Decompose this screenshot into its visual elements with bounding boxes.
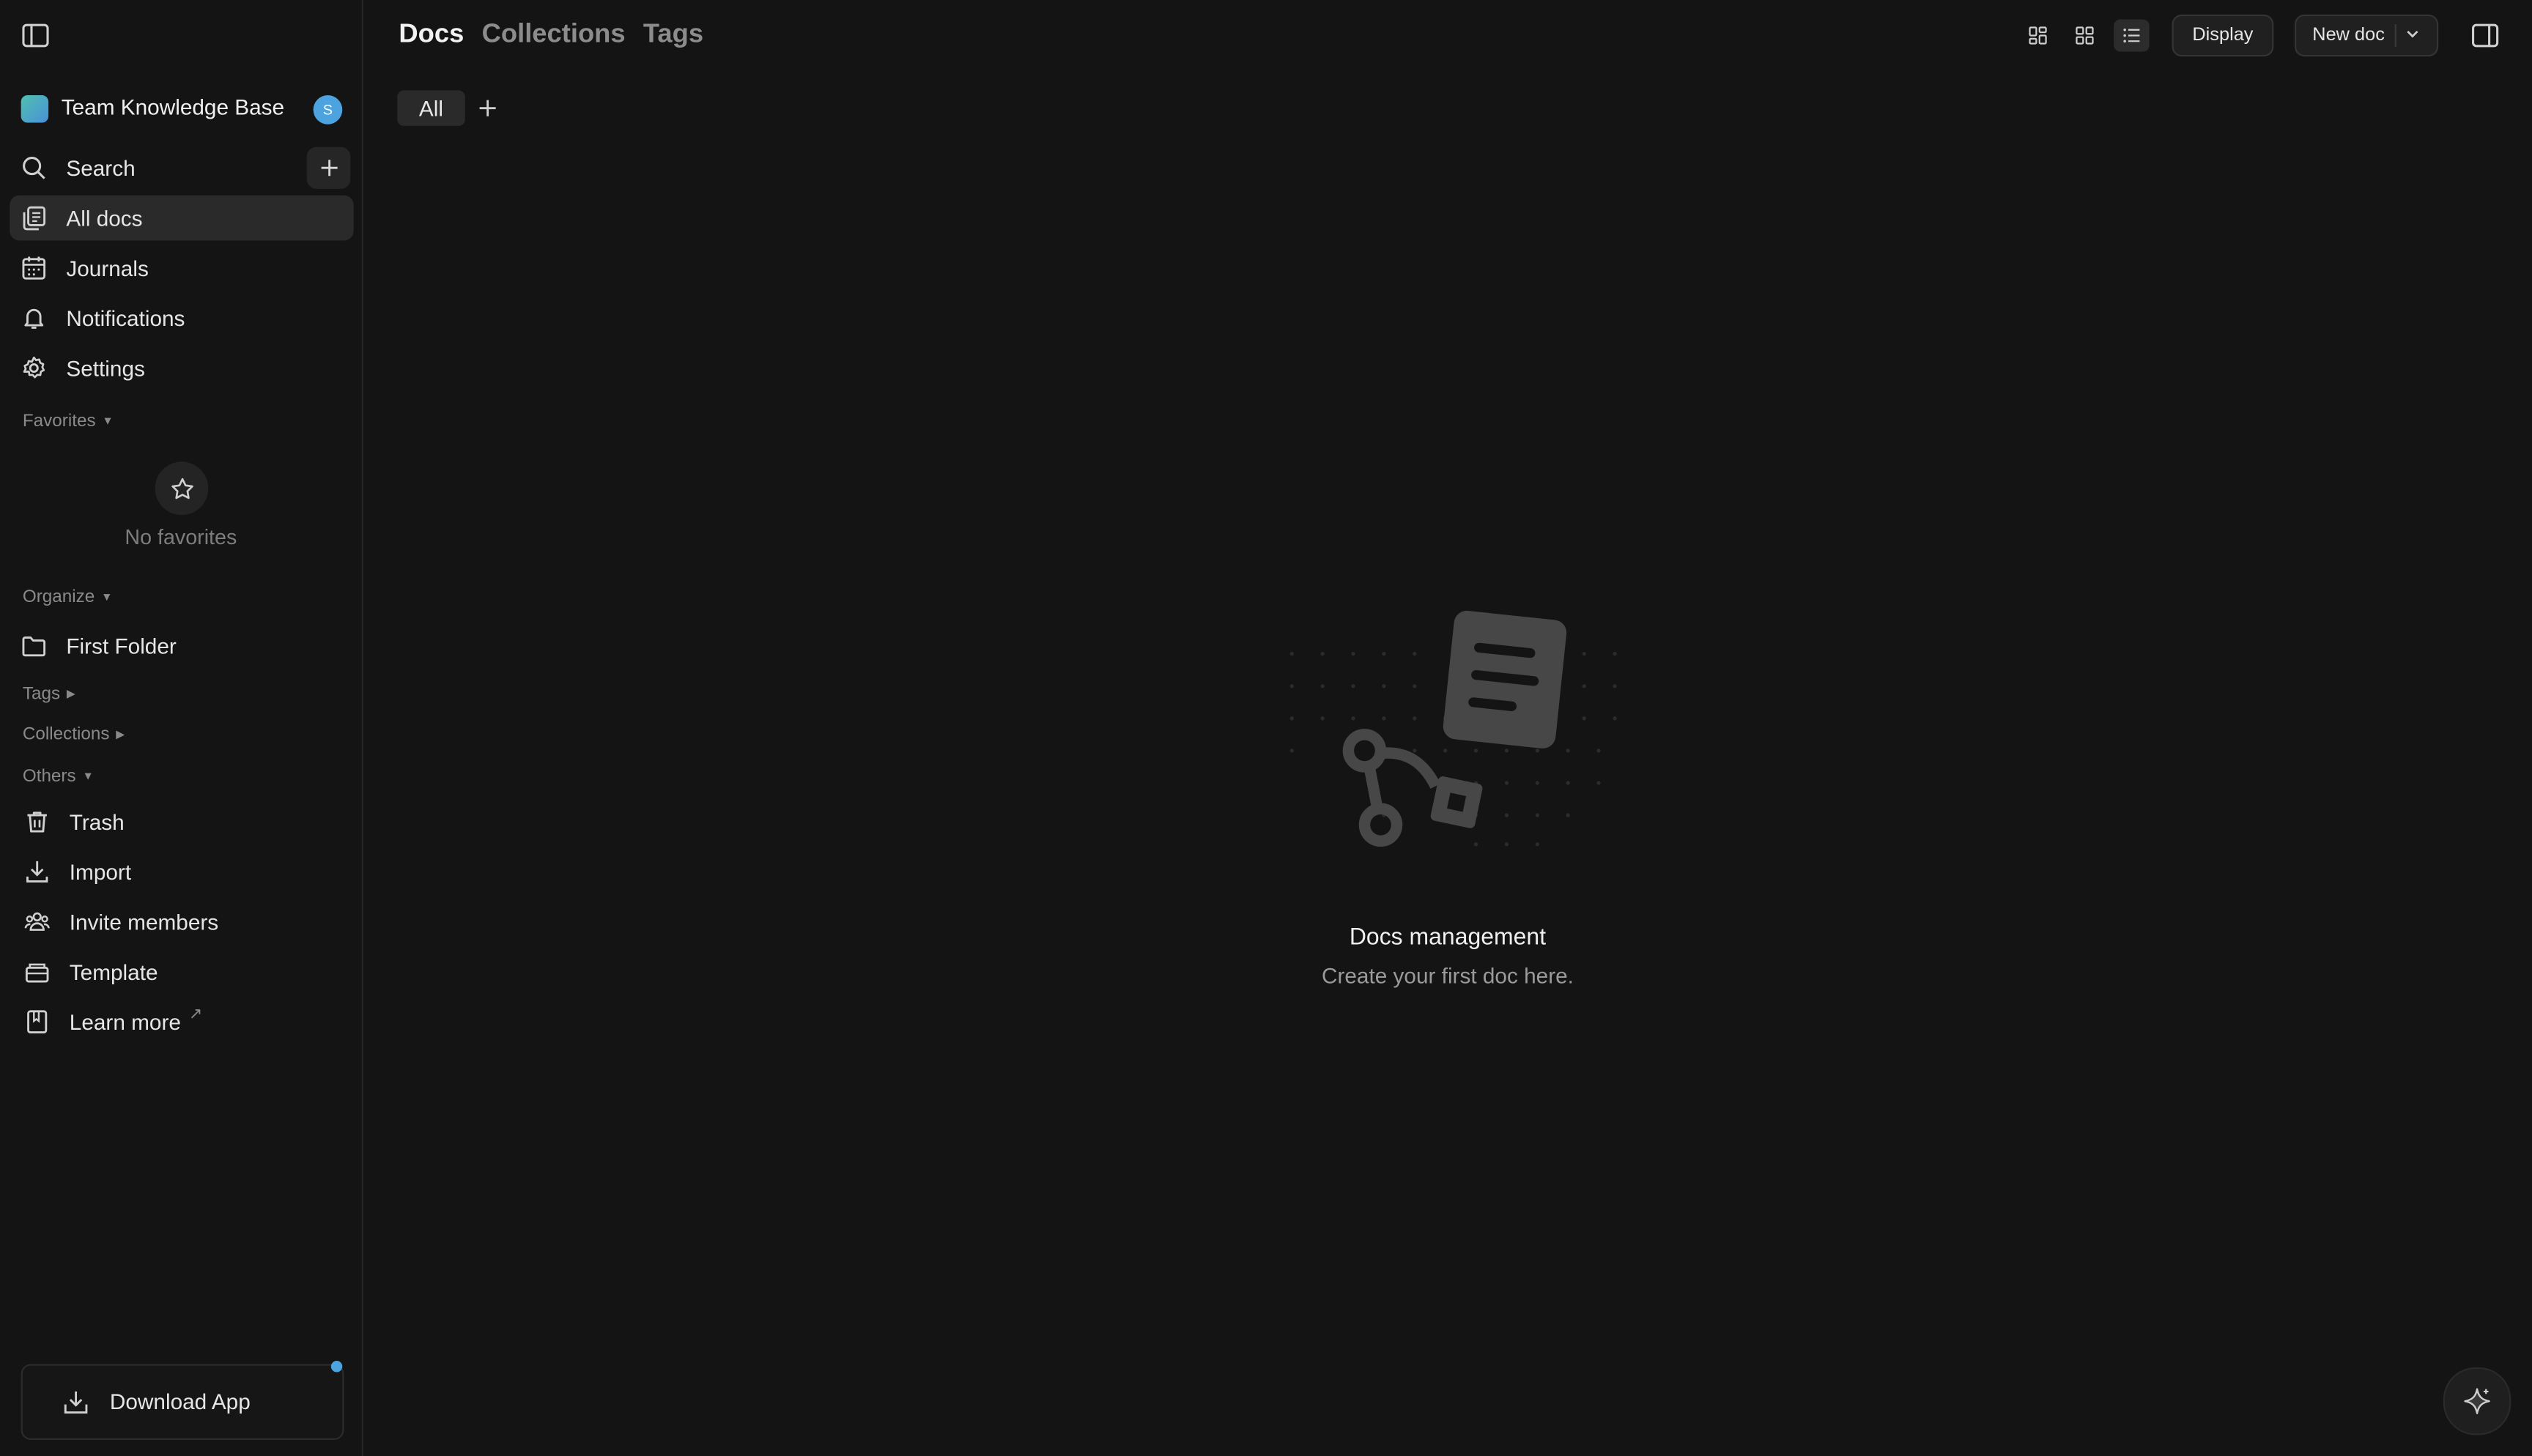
sidebar-item-label: First Folder [66,634,177,658]
filter-all-label: All [418,96,444,121]
section-label: Others [22,766,76,787]
trash-icon [24,809,50,834]
search-label: Search [66,155,136,180]
bell-icon [21,305,47,331]
favorites-section-header[interactable]: Favorites ▼ [23,412,114,431]
workspace-logo [21,95,49,123]
template-icon [24,959,50,984]
caret-right-icon: ▶ [66,689,75,701]
caret-down-icon: ▼ [101,591,113,603]
sidebar: Team Knowledge Base S Search All docs Jo… [0,0,363,1456]
star-icon [171,477,193,499]
sidebar-item-import[interactable]: Import [10,849,353,894]
external-link-icon: ↗ [188,1006,203,1024]
new-doc-divider [2394,24,2396,47]
main-content: Docs Collections Tags Display New doc Al… [363,0,2532,1456]
new-doc-label: New doc [2312,26,2385,45]
header-tabs: Docs Collections Tags [399,19,703,50]
sidebar-item-label: Invite members [69,910,219,935]
view-grid-button[interactable] [2067,19,2102,51]
caret-right-icon: ▶ [116,729,125,741]
others-section-header[interactable]: Others ▼ [23,767,94,786]
filter-all-chip[interactable]: All [397,90,465,126]
view-list-button[interactable] [2114,19,2150,52]
view-masonry-button[interactable] [2020,19,2055,51]
sidebar-item-settings[interactable]: Settings [10,346,353,391]
sidebar-item-label: Settings [66,356,145,381]
workspace-name: Team Knowledge Base [61,95,285,120]
folder-icon [21,633,47,658]
organize-section-header[interactable]: Organize ▼ [23,587,112,606]
section-label: Organize [22,587,95,607]
empty-state-subtitle: Create your first doc here. [1321,963,1574,988]
sidebar-item-label: Learn more [69,1009,181,1034]
search-icon [21,155,47,181]
empty-state-illustration [1267,606,1631,864]
app-window: Team Knowledge Base S Search All docs Jo… [0,0,2532,1456]
grid-view-icon [2076,26,2094,45]
download-app-button[interactable]: Download App [21,1364,344,1441]
sidebar-item-label: All docs [66,206,143,231]
download-icon [62,1389,91,1418]
collections-section-header[interactable]: Collections ▶ [23,725,125,744]
search-button[interactable]: Search [10,145,353,190]
caret-down-icon: ▼ [82,770,94,782]
sidebar-item-notifications[interactable]: Notifications [10,295,353,341]
plus-icon [479,100,496,116]
user-avatar[interactable]: S [313,95,343,125]
new-doc-button[interactable]: New doc [2295,14,2439,57]
masonry-view-icon [2029,26,2047,45]
tab-docs[interactable]: Docs [399,19,464,50]
sidebar-item-journals[interactable]: Journals [10,245,353,291]
tags-section-header[interactable]: Tags ▶ [23,685,75,704]
add-doc-button[interactable] [306,146,351,189]
sidebar-item-learn-more[interactable]: Learn more ↗ [10,999,353,1044]
plus-icon [320,160,337,177]
gear-icon [21,355,47,381]
caret-down-icon: ▼ [102,415,114,427]
sidebar-item-invite-members[interactable]: Invite members [10,899,353,945]
display-label: Display [2192,26,2254,45]
sidebar-item-label: Template [69,959,158,984]
avatar-letter: S [322,101,333,118]
sidebar-item-label: Import [69,859,132,884]
section-label: Favorites [22,412,96,431]
tab-collections[interactable]: Collections [482,19,626,50]
sidebar-toggle-icon[interactable] [21,21,51,51]
calendar-icon [21,255,47,281]
workspace-switcher[interactable]: Team Knowledge Base S [10,90,353,129]
sidebar-item-first-folder[interactable]: First Folder [10,623,353,669]
tab-tags[interactable]: Tags [643,19,703,50]
book-icon [24,1009,50,1035]
favorites-empty-icon [155,461,209,516]
add-filter-button[interactable] [475,95,500,121]
list-view-icon [2123,29,2140,42]
right-sidebar-toggle-icon[interactable] [2470,21,2500,51]
sidebar-item-template[interactable]: Template [10,949,353,995]
no-favorites-text: No favorites [125,524,237,549]
sidebar-item-label: Journals [66,256,149,281]
members-icon [24,909,50,935]
all-docs-icon [21,205,47,231]
ai-assistant-button[interactable] [2443,1367,2511,1435]
section-label: Tags [22,684,61,704]
section-label: Collections [22,724,110,745]
sidebar-item-trash[interactable]: Trash [10,799,353,844]
sidebar-item-label: Notifications [66,305,185,330]
empty-state-title: Docs management [1349,924,1547,951]
chevron-down-icon[interactable] [2405,26,2421,42]
sidebar-item-all-docs[interactable]: All docs [10,195,354,241]
sidebar-item-label: Trash [69,809,125,834]
display-button[interactable]: Display [2172,14,2274,57]
import-icon [24,859,50,885]
download-app-label: Download App [109,1389,251,1414]
sparkle-icon [2464,1388,2490,1414]
update-dot [330,1361,343,1373]
